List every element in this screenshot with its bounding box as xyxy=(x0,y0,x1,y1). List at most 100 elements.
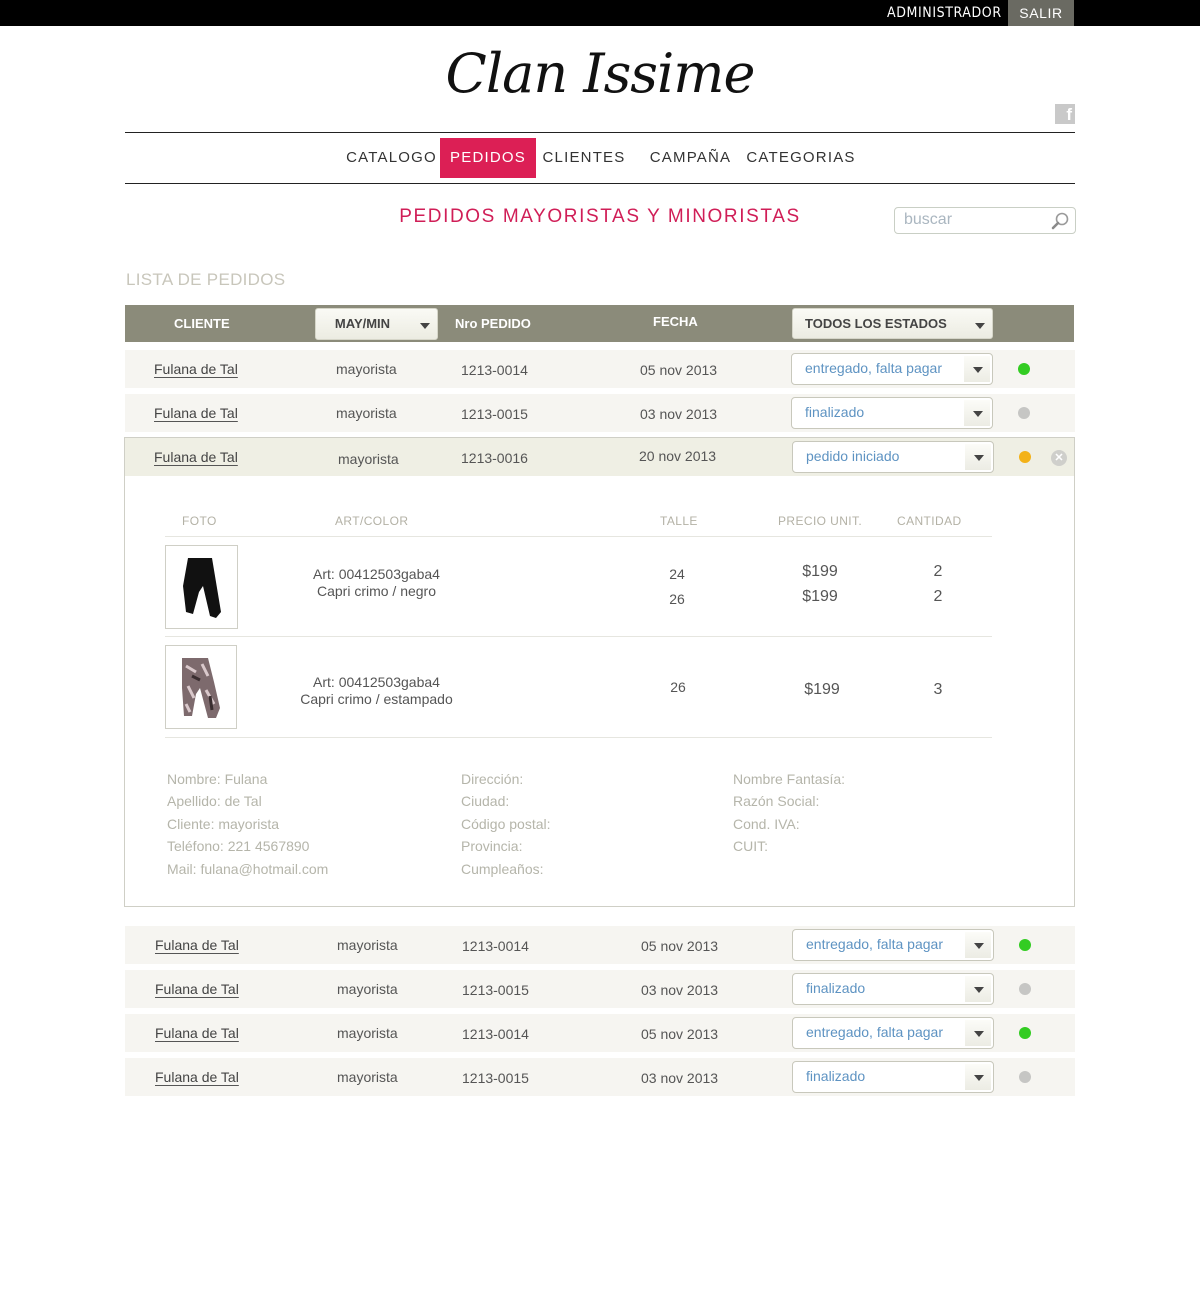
status-value: finalizado xyxy=(806,980,866,996)
status-dot xyxy=(1018,407,1030,419)
customer-field: Cumpleaños: xyxy=(461,860,544,877)
order-row[interactable]: Fulana de Tal mayorista 1213-0014 05 nov… xyxy=(125,1014,1075,1052)
customer-field: Provincia: xyxy=(461,838,523,855)
nav-campana[interactable]: CAMPAÑA xyxy=(642,138,739,178)
close-icon[interactable]: ✕ xyxy=(1051,450,1067,466)
admin-link[interactable]: ADMINISTRADOR xyxy=(887,0,1002,26)
header-date: FECHA xyxy=(653,314,698,329)
item-price: $199 xyxy=(802,563,838,580)
detail-header-size: TALLE xyxy=(660,514,698,528)
status-dot xyxy=(1019,1027,1031,1039)
chevron-down-icon xyxy=(966,312,992,336)
detail-header-qty: CANTIDAD xyxy=(897,514,962,528)
nav-clientes[interactable]: CLIENTES xyxy=(536,138,632,178)
chevron-down-icon xyxy=(411,312,437,336)
client-link[interactable]: Fulana de Tal xyxy=(154,350,238,388)
item-description: Capri crimo / estampado xyxy=(300,691,453,707)
status-select[interactable]: entregado, falta pagar xyxy=(791,353,993,385)
status-filter-value: TODOS LOS ESTADOS xyxy=(805,316,947,331)
status-value: entregado, falta pagar xyxy=(806,1024,943,1040)
detail-header-photo: FOTO xyxy=(182,514,217,528)
type-filter-value: MAY/MIN xyxy=(334,316,391,331)
status-dot xyxy=(1019,1071,1031,1083)
chevron-down-icon xyxy=(964,400,990,426)
list-title: LISTA DE PEDIDOS xyxy=(126,270,286,289)
order-row[interactable]: Fulana de Tal mayorista 1213-0015 03 nov… xyxy=(125,394,1075,432)
customer-info-personal: Nombre: Fulana Apellido: de Tal Cliente:… xyxy=(167,768,328,880)
order-row[interactable]: Fulana de Tal mayorista 1213-0014 05 nov… xyxy=(125,926,1075,964)
order-row[interactable]: Fulana de Tal mayorista 1213-0015 03 nov… xyxy=(125,970,1075,1008)
client-type: mayorista xyxy=(337,981,398,997)
item-quantity: 3 xyxy=(933,681,943,698)
item-price: $199 xyxy=(802,588,838,605)
client-link[interactable]: Fulana de Tal xyxy=(155,970,239,1008)
client-link[interactable]: Fulana de Tal xyxy=(155,926,239,964)
product-photo-black-capri[interactable] xyxy=(165,545,238,629)
status-value: pedido iniciado xyxy=(806,448,900,464)
pants-image xyxy=(183,558,221,618)
order-number: 1213-0014 xyxy=(461,362,528,378)
client-type: mayorista xyxy=(338,451,399,467)
customer-field: Teléfono: 221 4567890 xyxy=(167,838,310,855)
customer-field: Nombre Fantasía: xyxy=(733,771,846,787)
chevron-down-icon xyxy=(965,1064,991,1090)
order-number: 1213-0016 xyxy=(461,450,528,466)
order-date: 03 nov 2013 xyxy=(640,406,718,422)
nav-pedidos[interactable]: PEDIDOS xyxy=(440,138,536,178)
detail-header-price: PRECIO UNIT. xyxy=(778,514,863,528)
item-quantity: 2 xyxy=(933,563,943,580)
search-icon[interactable] xyxy=(1051,211,1070,230)
status-select[interactable]: entregado, falta pagar xyxy=(792,1017,994,1049)
order-number: 1213-0014 xyxy=(462,938,529,954)
customer-field: Ciudad: xyxy=(461,793,510,810)
status-select[interactable]: finalizado xyxy=(792,973,994,1005)
status-select[interactable]: entregado, falta pagar xyxy=(792,929,994,961)
page-title: PEDIDOS MAYORISTAS Y MINORISTAS xyxy=(399,206,801,227)
status-value: entregado, falta pagar xyxy=(806,936,943,952)
facebook-icon[interactable]: f xyxy=(1055,104,1075,124)
nav-catalogo[interactable]: CATALOGO xyxy=(343,138,440,178)
chevron-down-icon xyxy=(964,356,990,382)
client-type: mayorista xyxy=(337,1069,398,1085)
status-select[interactable]: finalizado xyxy=(792,1061,994,1093)
client-link[interactable]: Fulana de Tal xyxy=(154,438,238,476)
brand-logo[interactable]: Clan Issime xyxy=(400,42,800,105)
order-date: 05 nov 2013 xyxy=(641,938,719,954)
status-filter-select[interactable]: TODOS LOS ESTADOS xyxy=(792,308,993,339)
chevron-down-icon xyxy=(965,932,991,958)
item-art-code: Art: 00412503gaba4 xyxy=(313,566,440,582)
logout-button[interactable]: SALIR xyxy=(1008,0,1074,26)
client-link[interactable]: Fulana de Tal xyxy=(155,1014,239,1052)
customer-field: Cliente: mayorista xyxy=(167,815,280,832)
nav-top-divider xyxy=(125,132,1075,133)
nav-bottom-divider xyxy=(125,183,1075,184)
order-row-expanded[interactable]: Fulana de Tal mayorista 1213-0016 20 nov… xyxy=(125,438,1074,476)
status-dot xyxy=(1019,451,1031,463)
customer-field: Dirección: xyxy=(461,771,524,787)
order-number: 1213-0015 xyxy=(462,1070,529,1086)
customer-field: Cond. IVA: xyxy=(733,815,800,832)
status-dot xyxy=(1019,939,1031,951)
product-photo-printed-capri[interactable] xyxy=(165,645,237,729)
detail-header-art: ART/COLOR xyxy=(335,514,409,528)
order-detail-panel: Fulana de Tal mayorista 1213-0016 20 nov… xyxy=(124,437,1075,907)
customer-info-business: Nombre Fantasía: Razón Social: Cond. IVA… xyxy=(733,768,845,858)
status-select[interactable]: pedido iniciado xyxy=(792,441,994,473)
search-input[interactable] xyxy=(904,211,1044,229)
search-box xyxy=(894,207,1076,234)
order-row[interactable]: Fulana de Tal mayorista 1213-0014 05 nov… xyxy=(125,350,1075,388)
status-value: finalizado xyxy=(805,404,865,420)
order-date: 20 nov 2013 xyxy=(639,448,717,464)
status-dot xyxy=(1019,983,1031,995)
order-row[interactable]: Fulana de Tal mayorista 1213-0015 03 nov… xyxy=(125,1058,1075,1096)
client-link[interactable]: Fulana de Tal xyxy=(155,1058,239,1096)
order-date: 03 nov 2013 xyxy=(641,982,719,998)
customer-field: Apellido: de Tal xyxy=(167,793,262,810)
status-select[interactable]: finalizado xyxy=(791,397,993,429)
customer-field: Código postal: xyxy=(461,815,551,832)
type-filter-select[interactable]: MAY/MIN xyxy=(315,308,438,340)
nav-categorias[interactable]: CATEGORIAS xyxy=(745,138,857,178)
client-link[interactable]: Fulana de Tal xyxy=(154,394,238,432)
order-date: 05 nov 2013 xyxy=(640,362,718,378)
pants-image xyxy=(182,658,220,718)
